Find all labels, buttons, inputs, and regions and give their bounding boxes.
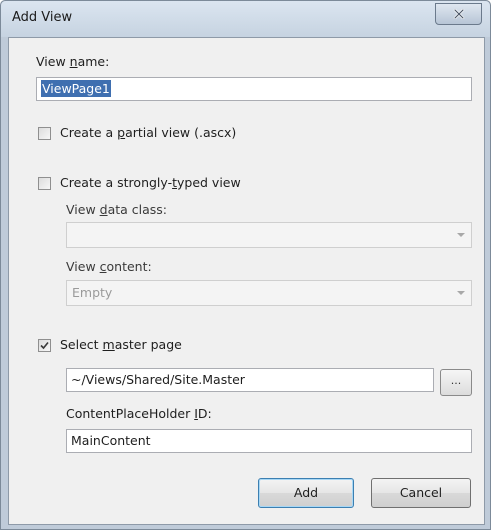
add-view-dialog: Add View View name: ViewPage1 Create a p… [0, 0, 491, 530]
partial-view-label: Create a partial view (.ascx) [60, 125, 237, 140]
checkmark-icon [40, 341, 49, 350]
master-page-path-value: ~/Views/Shared/Site.Master [71, 372, 245, 387]
master-page-checkbox[interactable] [38, 339, 51, 352]
view-name-input[interactable]: ViewPage1 [36, 77, 472, 101]
chevron-down-icon [457, 291, 465, 295]
partial-view-checkbox[interactable] [38, 127, 51, 140]
view-content-label: View content: [66, 259, 152, 274]
view-data-class-select[interactable] [66, 222, 472, 248]
browse-master-page-button[interactable]: ... [440, 369, 472, 396]
dialog-body: View name: ViewPage1 Create a partial vi… [8, 37, 485, 525]
view-data-class-label: View data class: [66, 202, 168, 217]
add-button[interactable]: Add [258, 478, 354, 508]
title-bar[interactable]: Add View [1, 1, 490, 37]
view-content-value: Empty [72, 285, 113, 300]
content-placeholder-input[interactable]: MainContent [66, 429, 472, 453]
master-page-label: Select master page [60, 337, 182, 352]
cancel-button[interactable]: Cancel [371, 478, 471, 508]
close-icon [453, 9, 464, 19]
close-button[interactable] [435, 3, 482, 25]
view-content-select[interactable]: Empty [66, 280, 472, 306]
strongly-typed-checkbox[interactable] [38, 177, 51, 190]
master-page-path-input[interactable]: ~/Views/Shared/Site.Master [66, 368, 434, 392]
chevron-down-icon [457, 233, 465, 237]
view-name-label: View name: [36, 54, 110, 69]
content-placeholder-value: MainContent [71, 433, 151, 448]
window-title: Add View [12, 10, 73, 25]
view-name-value: ViewPage1 [41, 80, 111, 97]
strongly-typed-label: Create a strongly-typed view [60, 175, 241, 190]
content-placeholder-label: ContentPlaceHolder ID: [66, 406, 212, 421]
